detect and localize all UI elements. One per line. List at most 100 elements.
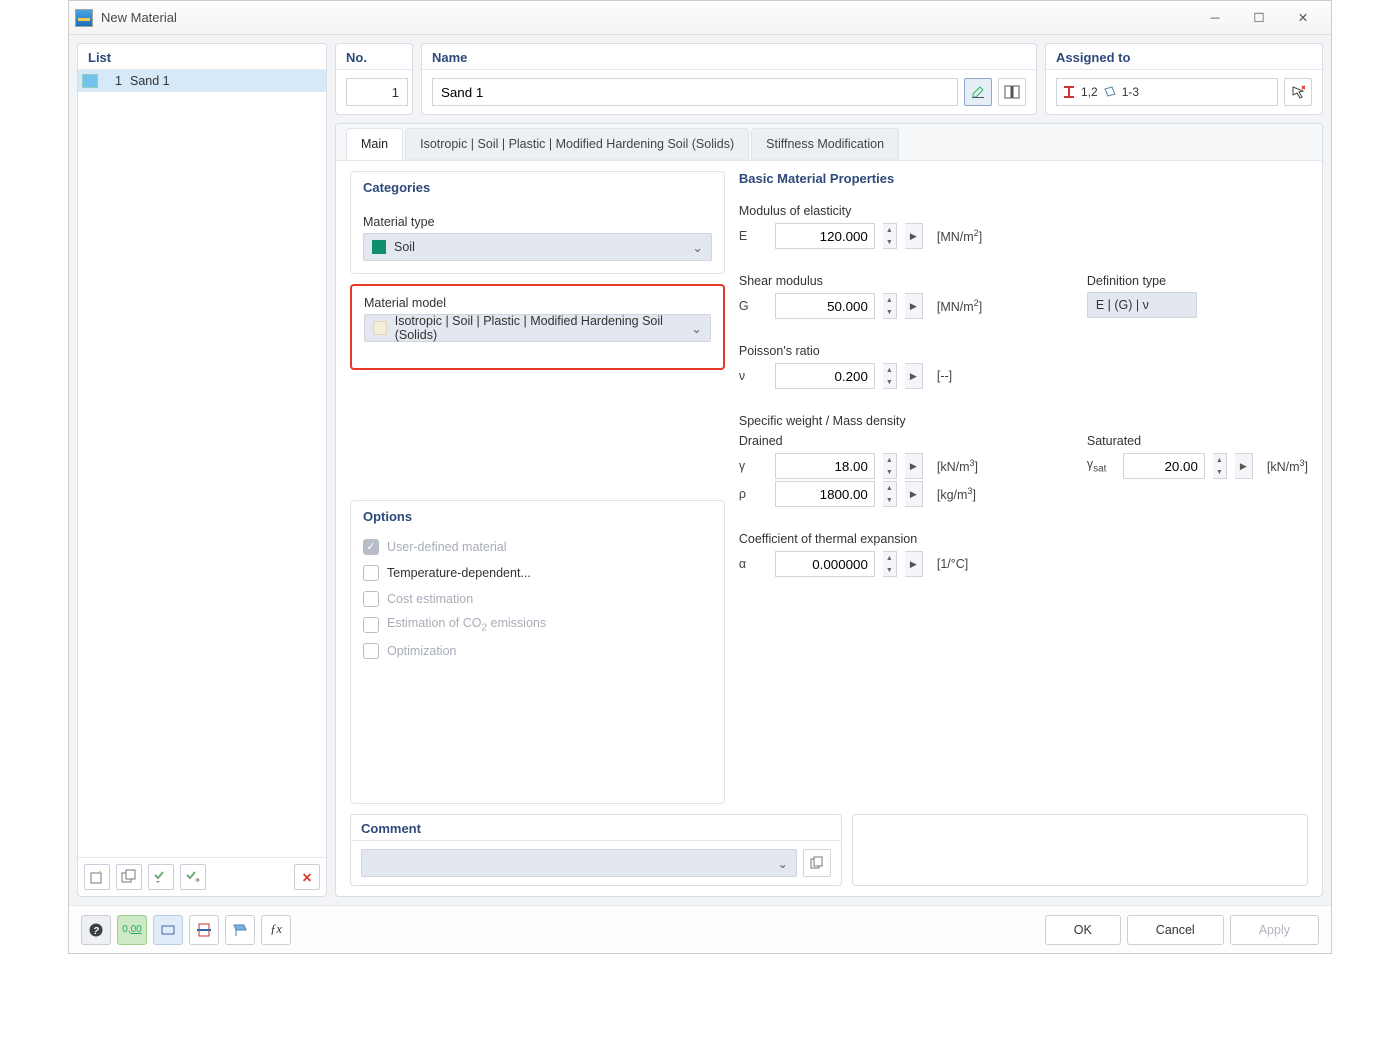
definition-type-select[interactable]: E | (G) | ν: [1087, 292, 1197, 318]
alpha-symbol: α: [739, 557, 767, 571]
categories-frame: Categories Material type Soil ⌄: [350, 171, 725, 274]
assigned-field[interactable]: 1,2 1-3: [1056, 78, 1278, 106]
alpha-label: Coefficient of thermal expansion: [739, 532, 1308, 546]
help-button[interactable]: ?: [81, 915, 111, 945]
check-down-button[interactable]: [148, 864, 174, 890]
checkbox-icon[interactable]: [363, 565, 379, 581]
blank-panel: [852, 814, 1308, 886]
tab-stiffness[interactable]: Stiffness Modification: [751, 128, 899, 160]
assigned-b: 1-3: [1122, 85, 1139, 99]
tab-main[interactable]: Main: [346, 128, 403, 160]
E-spinner[interactable]: ▲▼: [883, 223, 897, 249]
name-label: Name: [422, 44, 1036, 70]
gamma-goto-button[interactable]: ▶: [905, 453, 923, 479]
edit-name-button[interactable]: [964, 78, 992, 106]
material-model-frame: Material model Isotropic | Soil | Plasti…: [350, 284, 725, 370]
new-item-button[interactable]: [84, 864, 110, 890]
number-input[interactable]: [346, 78, 408, 106]
new-material-dialog: New Material ─ ☐ ✕ List 1 Sand 1 ✕: [68, 0, 1332, 954]
list-item[interactable]: 1 Sand 1: [78, 70, 326, 92]
E-input[interactable]: [775, 223, 875, 249]
ok-button[interactable]: OK: [1045, 915, 1121, 945]
list-item-number: 1: [108, 74, 122, 88]
assigned-label: Assigned to: [1046, 44, 1322, 70]
list-title: List: [78, 44, 326, 70]
rho-goto-button[interactable]: ▶: [905, 481, 923, 507]
check-swap-button[interactable]: [180, 864, 206, 890]
library-button[interactable]: [998, 78, 1026, 106]
titlebar: New Material ─ ☐ ✕: [69, 1, 1331, 35]
soil-color-icon: [372, 240, 386, 254]
comment-title: Comment: [351, 815, 841, 841]
list-panel: List 1 Sand 1 ✕: [77, 43, 327, 897]
tab-soil-model[interactable]: Isotropic | Soil | Plastic | Modified Ha…: [405, 128, 749, 160]
view-tool-button[interactable]: [225, 915, 255, 945]
saturated-label: Saturated: [1087, 434, 1308, 448]
material-model-select[interactable]: Isotropic | Soil | Plastic | Modified Ha…: [364, 314, 711, 342]
nu-input[interactable]: [775, 363, 875, 389]
comment-copy-button[interactable]: [803, 849, 831, 877]
material-model-value: Isotropic | Soil | Plastic | Modified Ha…: [395, 314, 702, 342]
E-unit: [MN/m2]: [937, 228, 982, 244]
material-type-select[interactable]: Soil ⌄: [363, 233, 712, 261]
close-button[interactable]: ✕: [1281, 4, 1325, 32]
pick-assign-button[interactable]: [1284, 78, 1312, 106]
G-input[interactable]: [775, 293, 875, 319]
gammasat-spinner[interactable]: ▲▼: [1213, 453, 1227, 479]
delete-item-button[interactable]: ✕: [294, 864, 320, 890]
alpha-goto-button[interactable]: ▶: [905, 551, 923, 577]
units-button[interactable]: 0,00: [117, 915, 147, 945]
nu-spinner[interactable]: ▲▼: [883, 363, 897, 389]
svg-text:?: ?: [93, 926, 99, 937]
apply-button[interactable]: Apply: [1230, 915, 1319, 945]
gammasat-symbol: γsat: [1087, 457, 1115, 475]
checkbox-checked-icon: [363, 539, 379, 555]
G-spinner[interactable]: ▲▼: [883, 293, 897, 319]
option-cost: Cost estimation: [363, 586, 712, 612]
option-co2: Estimation of CO2 emissions: [363, 612, 712, 638]
assigned-panel: Assigned to 1,2 1-3: [1045, 43, 1323, 115]
duplicate-item-button[interactable]: [116, 864, 142, 890]
app-icon: [75, 9, 93, 27]
nu-goto-button[interactable]: ▶: [905, 363, 923, 389]
material-list[interactable]: 1 Sand 1: [78, 70, 326, 857]
alpha-spinner[interactable]: ▲▼: [883, 551, 897, 577]
option-user-defined: User-defined material: [363, 534, 712, 560]
drained-label: Drained: [739, 434, 1039, 448]
cancel-button[interactable]: Cancel: [1127, 915, 1224, 945]
rectangle-tool-button[interactable]: [153, 915, 183, 945]
comment-select[interactable]: ⌄: [361, 849, 797, 877]
name-input[interactable]: [432, 78, 958, 106]
rho-spinner[interactable]: ▲▼: [883, 481, 897, 507]
dialog-footer: ? 0,00 ƒx OK Cancel Apply: [69, 905, 1331, 953]
rho-input[interactable]: [775, 481, 875, 507]
number-panel: No.: [335, 43, 413, 115]
G-goto-button[interactable]: ▶: [905, 293, 923, 319]
plate-icon: [1104, 86, 1116, 98]
window-title: New Material: [101, 10, 1193, 25]
minimize-button[interactable]: ─: [1193, 4, 1237, 32]
maximize-button[interactable]: ☐: [1237, 4, 1281, 32]
chevron-down-icon: ⌄: [691, 321, 701, 336]
option-optimization: Optimization: [363, 638, 712, 664]
chevron-down-icon: ⌄: [778, 856, 788, 871]
gamma-input[interactable]: [775, 453, 875, 479]
G-label: Shear modulus: [739, 274, 1039, 288]
material-model-label: Material model: [364, 296, 711, 310]
option-temperature[interactable]: Temperature-dependent...: [363, 560, 712, 586]
nu-unit: [--]: [937, 369, 952, 383]
gammasat-goto-button[interactable]: ▶: [1235, 453, 1253, 479]
alpha-unit: [1/°C]: [937, 557, 968, 571]
section-tool-button[interactable]: [189, 915, 219, 945]
formula-tool-button[interactable]: ƒx: [261, 915, 291, 945]
chevron-down-icon: ⌄: [692, 240, 702, 255]
material-type-value: Soil: [394, 240, 415, 254]
checkbox-icon: [363, 617, 379, 633]
gamma-spinner[interactable]: ▲▼: [883, 453, 897, 479]
alpha-input[interactable]: [775, 551, 875, 577]
gammasat-input[interactable]: [1123, 453, 1205, 479]
E-goto-button[interactable]: ▶: [905, 223, 923, 249]
checkbox-icon: [363, 591, 379, 607]
options-title: Options: [351, 501, 724, 530]
gamma-symbol: γ: [739, 459, 767, 473]
